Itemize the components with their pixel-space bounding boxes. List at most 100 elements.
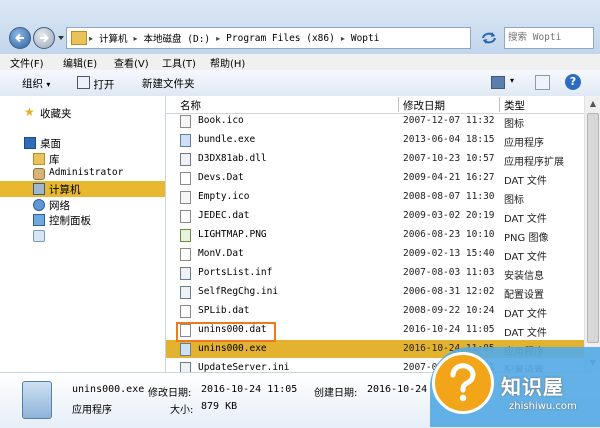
file-date: 2006-08-23 10:10 [403, 229, 495, 240]
column-date[interactable]: 修改日期 [403, 98, 445, 113]
vertical-scrollbar[interactable]: ▲ ▼ [584, 96, 600, 372]
help-icon[interactable]: ? [565, 74, 581, 90]
breadcrumb-program-files[interactable]: Program Files (x86) [222, 33, 339, 44]
column-name[interactable]: 名称 [180, 98, 201, 113]
file-icon [180, 248, 191, 261]
menu-tools[interactable]: 工具(T) [162, 55, 196, 70]
library-icon [33, 153, 45, 165]
nav-administrator[interactable]: Administrator [0, 166, 165, 182]
file-name: LIGHTMAP.PNG [198, 229, 267, 240]
file-row[interactable]: D3DX81ab.dll 2007-10-23 10:57 应用程序扩展 [166, 150, 584, 168]
file-date: 2008-09-22 10:24 [403, 305, 495, 316]
breadcrumb-separator-icon: ▸ [89, 33, 94, 43]
file-date: 2008-08-07 11:30 [403, 191, 495, 202]
details-created-label: 创建日期: [314, 388, 358, 399]
view-dropdown-icon[interactable]: ▾ [510, 76, 514, 85]
file-name: PortsList.inf [198, 267, 273, 278]
nav-favorites[interactable]: ★ 收藏夹 [0, 105, 165, 121]
column-type[interactable]: 类型 [504, 98, 525, 113]
arrow-left-icon [15, 33, 24, 43]
column-divider[interactable] [398, 97, 399, 112]
address-bar[interactable]: ▸ 计算机 ▸ 本地磁盘 (D:) ▸ Program Files (x86) … [66, 27, 471, 49]
network-icon [33, 199, 45, 211]
file-row[interactable]: PortsList.inf 2007-08-03 11:03 安装信息 [166, 264, 584, 282]
file-type: 应用程序 [504, 138, 544, 149]
exe-icon [180, 134, 191, 147]
file-type: DAT 文件 [504, 328, 547, 339]
file-date: 2013-06-04 18:15 [403, 134, 495, 145]
column-divider[interactable] [499, 97, 500, 112]
menu-help[interactable]: 帮助(H) [210, 55, 245, 70]
file-row[interactable]: Book.ico 2007-12-07 11:32 图标 [166, 112, 584, 130]
watermark-subtitle: zhishiwu.com [509, 401, 577, 412]
file-icon [180, 172, 191, 185]
details-type: 应用程序 [72, 405, 112, 416]
address-toolbar: ▸ 计算机 ▸ 本地磁盘 (D:) ▸ Program Files (x86) … [0, 0, 600, 54]
breadcrumb-drive[interactable]: 本地磁盘 (D:) [140, 31, 215, 45]
navigation-pane: ★ 收藏夹 桌面 库 Administrator 计算机 网络 控制面板 [0, 96, 166, 372]
open-button[interactable]: 打开 [77, 76, 114, 92]
details-filename: unins000.exe [72, 384, 145, 395]
file-row[interactable]: bundle.exe 2013-06-04 18:15 应用程序 [166, 131, 584, 149]
nav-library[interactable]: 库 [0, 151, 165, 167]
file-name: Empty.ico [198, 191, 250, 202]
file-row[interactable]: MonV.Dat 2009-02-13 15:40 DAT 文件 [166, 245, 584, 263]
nav-network[interactable]: 网络 [0, 197, 165, 213]
new-folder-button[interactable]: 新建文件夹 [142, 76, 195, 91]
nav-network-label: 网络 [49, 200, 70, 212]
menu-edit[interactable]: 编辑(E) [63, 55, 97, 70]
view-icon[interactable] [491, 76, 505, 89]
scroll-thumb[interactable] [587, 113, 599, 343]
file-name: Devs.Dat [198, 172, 244, 183]
question-icon [450, 363, 476, 402]
file-type: PNG 图像 [504, 233, 549, 244]
file-date: 2009-02-13 15:40 [403, 248, 495, 259]
menu-file[interactable]: 文件(F) [10, 55, 44, 70]
file-row[interactable]: Empty.ico 2008-08-07 11:30 图标 [166, 188, 584, 206]
control-panel-icon [33, 214, 45, 226]
nav-recycle-bin[interactable] [0, 228, 165, 244]
highlight-box [176, 322, 276, 342]
file-row[interactable]: JEDEC.dat 2009-03-02 20:19 DAT 文件 [166, 207, 584, 225]
nav-favorites-label: 收藏夹 [40, 108, 72, 120]
file-date: 2009-03-02 20:19 [403, 210, 495, 221]
exe-icon [180, 343, 191, 356]
file-type: DAT 文件 [504, 309, 547, 320]
file-type: 安装信息 [504, 271, 544, 282]
ico-icon [180, 115, 191, 128]
file-row[interactable]: SelfRegChg.ini 2006-08-31 12:02 配置设置 [166, 283, 584, 301]
file-row[interactable]: LIGHTMAP.PNG 2006-08-23 10:10 PNG 图像 [166, 226, 584, 244]
history-dropdown-icon[interactable] [57, 34, 65, 42]
nav-desktop[interactable]: 桌面 [0, 135, 165, 151]
breadcrumb-computer[interactable]: 计算机 [95, 31, 132, 45]
organize-button[interactable]: 组织 ▾ [22, 76, 50, 91]
file-date: 2007-08-03 11:03 [403, 267, 495, 278]
search-input[interactable] [505, 28, 591, 46]
details-modified-value: 2016-10-24 11:05 [201, 384, 298, 395]
file-row[interactable]: Devs.Dat 2009-04-21 16:27 DAT 文件 [166, 169, 584, 187]
file-type: DAT 文件 [504, 176, 547, 187]
nav-control-panel[interactable]: 控制面板 [0, 212, 165, 228]
breadcrumb-separator-icon: ▸ [216, 33, 221, 43]
user-folder-icon [33, 168, 45, 180]
details-size-value: 879 KB [201, 401, 238, 412]
file-type: DAT 文件 [504, 252, 547, 263]
search-box[interactable] [504, 27, 594, 49]
forward-button[interactable] [33, 27, 55, 49]
refresh-icon[interactable] [478, 29, 500, 47]
file-name: UpdateServer.ini [198, 362, 290, 372]
nav-desktop-label: 桌面 [40, 138, 61, 150]
nav-computer[interactable]: 计算机 [0, 181, 165, 197]
file-date: 2007-10-23 10:57 [403, 153, 495, 164]
scroll-up-icon[interactable]: ▲ [588, 99, 598, 109]
file-type: 应用程序扩展 [504, 157, 564, 168]
breadcrumb-separator-icon: ▸ [133, 33, 138, 43]
arrow-right-icon [40, 33, 49, 43]
breadcrumb-wopti[interactable]: Wopti [347, 33, 384, 44]
menu-view[interactable]: 查看(V) [114, 55, 149, 70]
preview-pane-icon[interactable] [535, 75, 550, 90]
file-row[interactable]: SPLib.dat 2008-09-22 10:24 DAT 文件 [166, 302, 584, 320]
ico-icon [180, 191, 191, 204]
back-button[interactable] [9, 27, 31, 49]
file-name: SPLib.dat [198, 305, 250, 316]
